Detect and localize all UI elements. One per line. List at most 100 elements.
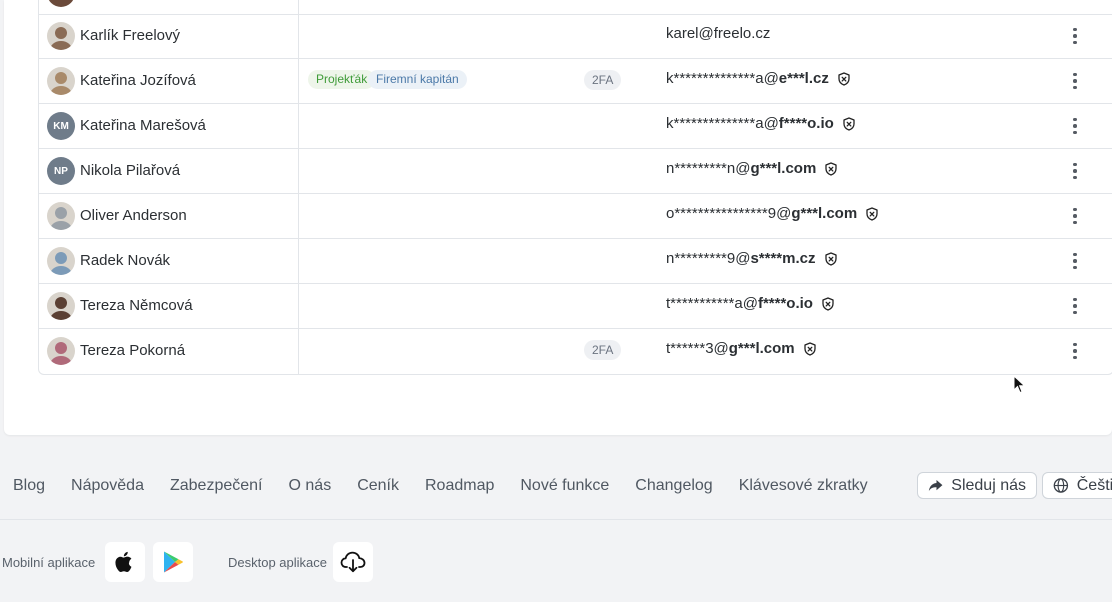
- table-row: NP Nikola Pilařová n*********n@ g***l.com: [39, 149, 1112, 194]
- email-local: n*********9@: [666, 250, 751, 267]
- member-name[interactable]: Kateřina Jozífová: [80, 59, 196, 103]
- avatar-initials: KM: [53, 120, 69, 132]
- email-local: k**************a@: [666, 70, 779, 87]
- follow-button[interactable]: Sleduj nás: [917, 472, 1037, 499]
- cloud-download-icon: [340, 551, 366, 573]
- footer-link-pricing[interactable]: Ceník: [357, 477, 399, 495]
- member-email: n*********n@ g***l.com: [666, 149, 838, 189]
- more-vertical-icon[interactable]: [1065, 251, 1085, 271]
- shield-x-icon: [838, 72, 850, 86]
- footer-link-about[interactable]: O nás: [289, 477, 332, 495]
- avatar-photo: [47, 67, 75, 95]
- footer-link-roadmap[interactable]: Roadmap: [425, 477, 494, 495]
- role-tag: Firemní kapitán: [368, 70, 467, 89]
- language-button-label: Čeština: [1076, 476, 1112, 494]
- avatar: NP: [47, 157, 75, 185]
- follow-button-label: Sleduj nás: [951, 476, 1026, 494]
- twofa-badge: 2FA: [584, 70, 622, 90]
- more-vertical-icon[interactable]: [1065, 71, 1085, 91]
- email-local: karel@freelo.cz: [666, 25, 771, 42]
- column-divider: [298, 329, 299, 374]
- email-local: o****************9@: [666, 205, 792, 222]
- email-domain: g***l.com: [728, 340, 795, 357]
- avatar-photo: [47, 337, 75, 365]
- footer-link-blog[interactable]: Blog: [13, 477, 45, 495]
- user-photo-icon: [47, 247, 75, 275]
- member-name[interactable]: Radek Novák: [80, 239, 170, 283]
- app-store-button[interactable]: [105, 542, 146, 582]
- user-photo-icon: [47, 67, 75, 95]
- member-email: karel@freelo.cz: [666, 14, 770, 54]
- members-table: Karlík Freelový karel@freelo.cz Kateřina J…: [38, 0, 1112, 375]
- table-row: Oliver Anderson o****************9@ g***l.…: [39, 194, 1112, 239]
- member-name[interactable]: Tereza Němcová: [80, 284, 193, 328]
- apple-icon: [115, 551, 132, 572]
- footer-link-help[interactable]: Nápověda: [71, 477, 144, 495]
- shield-x-icon: [824, 252, 837, 266]
- column-divider: [298, 239, 299, 283]
- member-email: t******3@ g***l.com: [666, 329, 817, 369]
- footer-link-changelog[interactable]: Changelog: [635, 477, 712, 495]
- column-divider: [298, 59, 299, 103]
- email-domain: g***l.com: [791, 205, 858, 222]
- twofa-badge: 2FA: [584, 340, 622, 360]
- more-vertical-icon[interactable]: [1065, 116, 1085, 136]
- mobile-apps: Mobilní aplikace: [2, 542, 194, 582]
- google-play-icon: [164, 551, 184, 573]
- email-domain: e***l.cz: [778, 70, 829, 87]
- member-name[interactable]: Kateřina Marešová: [80, 104, 206, 148]
- role-tag: Projekťák: [308, 70, 376, 89]
- member-name[interactable]: Karlík Freelový: [80, 14, 180, 58]
- table-row: Karlík Freelový karel@freelo.cz: [39, 14, 1112, 59]
- footer-link-shortcuts[interactable]: Klávesové zkratky: [739, 477, 868, 495]
- member-email: n*********9@ s****m.cz: [666, 239, 838, 279]
- google-play-button[interactable]: [153, 542, 194, 582]
- email-domain: g***l.com: [750, 160, 817, 177]
- table-row: Tereza Pokorná 2FA t******3@ g***l.com: [39, 329, 1112, 374]
- table-row: KM Kateřina Marešová k**************a@ f***…: [39, 104, 1112, 149]
- more-vertical-icon[interactable]: [1065, 206, 1085, 226]
- table-row: Kateřina Jozífová Projekťák Firemní kapitá…: [39, 59, 1112, 104]
- table-row-partial: [39, 0, 1112, 15]
- footer-divider: [0, 519, 1112, 520]
- footer-links: Blog Nápověda Zabezpečení O nás Ceník Ro…: [0, 470, 881, 502]
- member-name[interactable]: Oliver Anderson: [80, 194, 187, 238]
- avatar-photo: [47, 22, 75, 50]
- member-email: o****************9@ g***l.com: [666, 194, 879, 234]
- members-panel: Karlík Freelový karel@freelo.cz Kateřina J…: [4, 0, 1112, 435]
- avatar-photo: [47, 202, 75, 230]
- language-button[interactable]: Čeština: [1042, 472, 1112, 499]
- shield-x-icon: [803, 342, 816, 356]
- share-arrow-icon: [928, 479, 943, 491]
- more-vertical-icon[interactable]: [1065, 26, 1085, 46]
- more-vertical-icon[interactable]: [1065, 296, 1085, 316]
- member-name[interactable]: Nikola Pilařová: [80, 149, 180, 193]
- avatar-photo: [47, 292, 75, 320]
- mobile-apps-label: Mobilní aplikace: [2, 554, 96, 570]
- member-name[interactable]: Tereza Pokorná: [80, 329, 185, 373]
- email-domain: f****o.io: [778, 115, 834, 132]
- member-email: k**************a@ f****o.io: [666, 104, 856, 144]
- more-vertical-icon[interactable]: [1065, 161, 1085, 181]
- avatar-photo: [47, 247, 75, 275]
- desktop-download-button[interactable]: [333, 542, 373, 582]
- table-row: Radek Novák n*********9@ s****m.cz: [39, 239, 1112, 284]
- user-photo-icon: [47, 337, 75, 365]
- footer-link-new-features[interactable]: Nové funkce: [520, 477, 609, 495]
- avatar-partial: [47, 0, 75, 7]
- shield-x-icon: [866, 207, 878, 221]
- desktop-apps-label: Desktop aplikace: [228, 554, 327, 570]
- column-divider: [298, 284, 299, 328]
- shield-x-icon: [822, 297, 834, 311]
- shield-x-icon: [843, 117, 855, 131]
- mouse-cursor-icon: [1013, 375, 1026, 394]
- more-vertical-icon[interactable]: [1065, 341, 1085, 361]
- footer-link-security[interactable]: Zabezpečení: [170, 477, 263, 495]
- email-domain: f****o.io: [757, 295, 813, 312]
- column-divider: [298, 0, 299, 14]
- member-email: k**************a@ e***l.cz: [666, 59, 851, 99]
- email-local: k**************a@: [666, 115, 779, 132]
- avatar-initials: NP: [54, 165, 68, 177]
- member-email: t***********a@ f****o.io: [666, 284, 835, 324]
- user-photo-icon: [47, 202, 75, 230]
